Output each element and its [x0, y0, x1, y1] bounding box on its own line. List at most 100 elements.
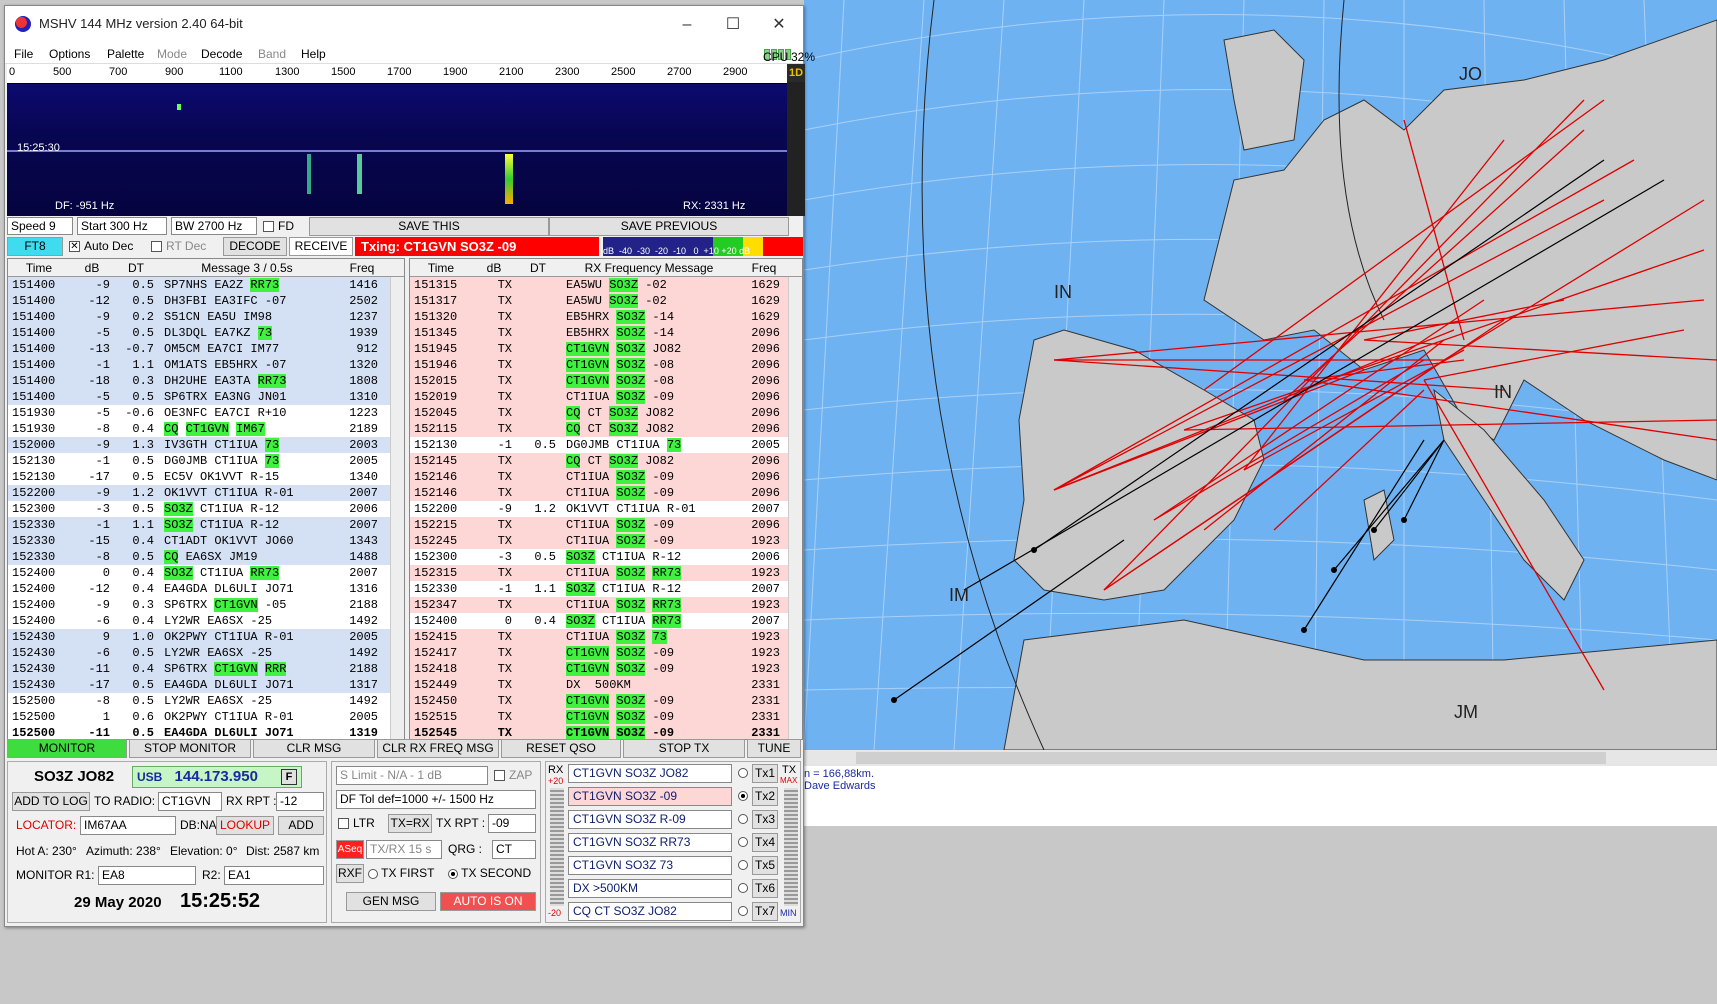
to-radio-field[interactable]: CT1GVN	[158, 792, 222, 811]
table-row[interactable]: 151400 -5 0.5 SP6TRX EA3NG JN01 1310	[8, 389, 404, 405]
auto-on-button[interactable]: AUTO IS ON	[440, 892, 536, 911]
table-row[interactable]: 151345 TX EB5HRX SO3Z -14 2096	[410, 325, 802, 341]
table-row[interactable]: 152400 -9 0.3 SP6TRX CT1GVN -05 2188	[8, 597, 404, 613]
table-row[interactable]: 151930 -8 0.4 CQ CT1GVN IM67 2189	[8, 421, 404, 437]
stop-tx-button[interactable]: STOP TX	[623, 739, 745, 758]
txrx-period-spinbox[interactable]: TX/RX 15 s	[366, 840, 442, 859]
rxf-button[interactable]: RXF	[336, 864, 364, 883]
table-row[interactable]: 152330 -8 0.5 CQ EA6SX JM19 1488	[8, 549, 404, 565]
col-message[interactable]: RX Frequency Message	[560, 261, 738, 275]
tx3-message[interactable]: CT1GVN SO3Z R-09	[568, 810, 732, 829]
table-row[interactable]: 152245 TX CT1IUA SO3Z -09 1923	[410, 533, 802, 549]
r2-field[interactable]: EA1	[224, 866, 324, 885]
tx7-message[interactable]: CQ CT SO3Z JO82	[568, 902, 732, 921]
tx-rpt-field[interactable]: -09	[488, 814, 536, 833]
table-row[interactable]: 151400 -5 0.5 DL3DQL EA7KZ 73 1939	[8, 325, 404, 341]
maximize-button[interactable]: ☐	[711, 12, 755, 38]
rx-level-slider[interactable]	[550, 788, 564, 906]
tx5-message[interactable]: CT1GVN SO3Z 73	[568, 856, 732, 875]
menu-palette[interactable]: Palette	[107, 45, 144, 61]
table-row[interactable]: 151400 -13 -0.7 OM5CM EA7CI IM77 912	[8, 341, 404, 357]
tune-button[interactable]: TUNE	[747, 739, 801, 758]
table-row[interactable]: 151320 TX EB5HRX SO3Z -14 1629	[410, 309, 802, 325]
locator-field[interactable]: IM67AA	[80, 816, 176, 835]
col-time[interactable]: Time	[410, 261, 472, 275]
radio-frequency-display[interactable]: USB 144.173.950 F	[132, 766, 302, 788]
table-row[interactable]: 151400 -12 0.5 DH3FBI EA3IFC -07 2502	[8, 293, 404, 309]
col-dt[interactable]: DT	[516, 261, 560, 275]
menu-options[interactable]: Options	[49, 45, 90, 61]
tx6-message[interactable]: DX >500KM	[568, 879, 732, 898]
table-row[interactable]: 152300 -3 0.5 SO3Z CT1IUA R-12 2006	[8, 501, 404, 517]
table-row[interactable]: 152430 -11 0.4 SP6TRX CT1GVN RRR 2188	[8, 661, 404, 677]
tx4-message[interactable]: CT1GVN SO3Z RR73	[568, 833, 732, 852]
table-row[interactable]: 152045 TX CQ CT SO3Z JO82 2096	[410, 405, 802, 421]
table-row[interactable]: 152430 9 1.0 OK2PWY CT1IUA R-01 2005	[8, 629, 404, 645]
add-to-log-button[interactable]: ADD TO LOG	[12, 792, 90, 811]
table-row[interactable]: 152415 TX CT1IUA SO3Z 73 1923	[410, 629, 802, 645]
table-row[interactable]: 152347 TX CT1IUA SO3Z RR73 1923	[410, 597, 802, 613]
table-row[interactable]: 152130 -17 0.5 EC5V OK1VVT R-15 1340	[8, 469, 404, 485]
table-row[interactable]: 152330 -1 1.1 SO3Z CT1IUA R-12 2007	[8, 517, 404, 533]
tx4-radio[interactable]	[738, 837, 748, 847]
freq-f-button[interactable]: F	[281, 769, 297, 785]
table-row[interactable]: 152330 -1 1.1 SO3Z CT1IUA R-12 2007	[410, 581, 802, 597]
table-row[interactable]: 152146 TX CT1IUA SO3Z -09 2096	[410, 469, 802, 485]
table-row[interactable]: 151400 -9 0.5 SP7NHS EA2Z RR73 1416	[8, 277, 404, 293]
table-row[interactable]: 152300 -3 0.5 SO3Z CT1IUA R-12 2006	[410, 549, 802, 565]
save-previous-button[interactable]: SAVE PREVIOUS	[549, 217, 789, 236]
stop-monitor-button[interactable]: STOP MONITOR	[129, 739, 251, 758]
table-row[interactable]: 152545 TX CT1GVN SO3Z -09 2331	[410, 725, 802, 739]
bw-spinbox[interactable]: BW 2700 Hz	[171, 217, 257, 235]
tx3-button[interactable]: Tx3	[752, 810, 778, 829]
tx-level-slider[interactable]	[784, 788, 798, 906]
tx-eq-rx-button[interactable]: TX=RX	[388, 814, 432, 833]
lookup-button[interactable]: LOOKUP	[216, 816, 274, 835]
table-row[interactable]: 152019 TX CT1IUA SO3Z -09 2096	[410, 389, 802, 405]
col-time[interactable]: Time	[8, 261, 70, 275]
decode-button[interactable]: DECODE	[223, 237, 287, 256]
tx4-button[interactable]: Tx4	[752, 833, 778, 852]
close-button[interactable]: ✕	[757, 12, 801, 38]
table-row[interactable]: 152145 TX CQ CT SO3Z JO82 2096	[410, 453, 802, 469]
tx1-message[interactable]: CT1GVN SO3Z JO82	[568, 764, 732, 783]
table-row[interactable]: 152315 TX CT1IUA SO3Z RR73 1923	[410, 565, 802, 581]
table-row[interactable]: 152400 0 0.4 SO3Z CT1IUA RR73 2007	[410, 613, 802, 629]
table-row[interactable]: 152130 -1 0.5 DG0JMB CT1IUA 73 2005	[410, 437, 802, 453]
table-row[interactable]: 152500 1 0.6 OK2PWY CT1IUA R-01 2005	[8, 709, 404, 725]
table-row[interactable]: 152200 -9 1.2 OK1VVT CT1IUA R-01 2007	[410, 501, 802, 517]
clr-msg-button[interactable]: CLR MSG	[253, 739, 375, 758]
menu-help[interactable]: Help	[301, 45, 326, 61]
tx7-radio[interactable]	[738, 906, 748, 916]
menu-file[interactable]: File	[14, 45, 33, 61]
col-db[interactable]: dB	[70, 261, 114, 275]
table-row[interactable]: 152000 -9 1.3 IV3GTH CT1IUA 73 2003	[8, 437, 404, 453]
waterfall-display[interactable]: 0 500 700 900 1100 1300 1500 1700 1900 2…	[7, 64, 805, 216]
tx2-message[interactable]: CT1GVN SO3Z -09	[568, 787, 732, 806]
table-row[interactable]: 151930 -5 -0.6 OE3NFC EA7CI R+10 1223	[8, 405, 404, 421]
table-row[interactable]: 151945 TX CT1GVN SO3Z JO82 2096	[410, 341, 802, 357]
waterfall-level-bar[interactable]: 1D	[787, 64, 805, 216]
waterfall-image[interactable]: 15:25:30 DF: -951 Hz RX: 2331 Hz	[7, 84, 787, 216]
table-row[interactable]: 151317 TX EA5WU SO3Z -02 1629	[410, 293, 802, 309]
table-row[interactable]: 151315 TX EA5WU SO3Z -02 1629	[410, 277, 802, 293]
map-scroll-thumb[interactable]	[856, 752, 1606, 764]
qrg-field[interactable]: CT	[492, 840, 536, 859]
table-row[interactable]: 152115 TX CQ CT SO3Z JO82 2096	[410, 421, 802, 437]
table-row[interactable]: 152500 -11 0.5 EA4GDA DL6ULI JO71 1319	[8, 725, 404, 739]
col-db[interactable]: dB	[472, 261, 516, 275]
col-freq[interactable]: Freq	[738, 261, 790, 275]
monitor-button[interactable]: MONITOR	[7, 739, 127, 758]
gen-msg-button[interactable]: GEN MSG	[346, 892, 436, 911]
save-this-button[interactable]: SAVE THIS	[309, 217, 549, 236]
table-row[interactable]: 151946 TX CT1GVN SO3Z -08 2096	[410, 357, 802, 373]
df-tol-spinbox[interactable]: DF Tol def=1000 +/- 1500 Hz	[336, 790, 536, 809]
tx-second-radio[interactable]: TX SECOND	[448, 866, 531, 880]
tx6-radio[interactable]	[738, 883, 748, 893]
table-row[interactable]: 152417 TX CT1GVN SO3Z -09 1923	[410, 645, 802, 661]
frequency-ruler[interactable]: 0 500 700 900 1100 1300 1500 1700 1900 2…	[7, 64, 787, 84]
fd-checkbox[interactable]: FD	[263, 219, 294, 233]
zap-checkbox[interactable]: ZAP	[494, 768, 532, 782]
receive-button[interactable]: RECEIVE	[289, 237, 353, 256]
speed-spinbox[interactable]: Speed 9	[7, 217, 73, 235]
